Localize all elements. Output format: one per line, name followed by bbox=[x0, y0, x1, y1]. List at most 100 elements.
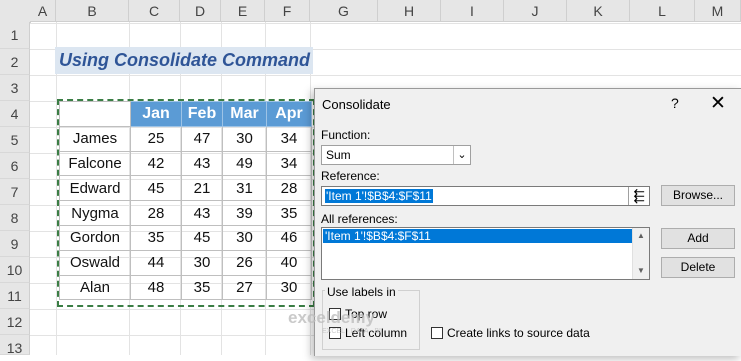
help-button[interactable]: ? bbox=[671, 95, 679, 111]
name-cell[interactable]: Alan bbox=[59, 274, 131, 301]
name-cell[interactable]: Falcone bbox=[59, 150, 131, 177]
consolidate-dialog: Consolidate ? ✕ Function: Sum ⌄ Referenc… bbox=[314, 88, 741, 356]
name-cell[interactable]: Edward bbox=[59, 175, 131, 202]
value-cell[interactable]: 42 bbox=[130, 150, 182, 177]
table-row: Oswald 44 30 26 40 bbox=[59, 249, 312, 276]
value-cell[interactable]: 30 bbox=[181, 249, 223, 276]
watermark-tagline: EXCEL · DATA · BI bbox=[322, 328, 381, 335]
column-header-c[interactable]: C bbox=[129, 0, 180, 22]
value-cell[interactable]: 35 bbox=[181, 274, 223, 301]
scroll-up-icon[interactable]: ▲ bbox=[633, 231, 649, 240]
value-cell[interactable]: 21 bbox=[181, 175, 223, 202]
value-cell[interactable]: 44 bbox=[130, 249, 182, 276]
scroll-down-icon[interactable]: ▼ bbox=[633, 266, 649, 275]
value-cell[interactable]: 30 bbox=[222, 224, 267, 251]
value-cell[interactable]: 35 bbox=[130, 224, 182, 251]
row-header-5[interactable]: 5 bbox=[0, 127, 30, 153]
value-cell[interactable]: 43 bbox=[181, 150, 223, 177]
row-header-11[interactable]: 11 bbox=[0, 283, 30, 309]
column-header-b[interactable]: B bbox=[56, 0, 129, 22]
reference-input[interactable]: 'Item 1'!$B$4:$F$11 ⬱ bbox=[321, 186, 650, 206]
table-header-row: Jan Feb Mar Apr bbox=[59, 101, 312, 127]
value-cell[interactable]: 28 bbox=[266, 175, 312, 202]
column-header-e[interactable]: E bbox=[221, 0, 265, 22]
value-cell[interactable]: 46 bbox=[266, 224, 312, 251]
all-references-list[interactable]: 'Item 1'!$B$4:$F$11 ▲ ▼ bbox=[321, 227, 650, 280]
value-cell[interactable]: 43 bbox=[181, 200, 223, 226]
column-header-i[interactable]: I bbox=[441, 0, 504, 22]
row-header-2[interactable]: 2 bbox=[0, 49, 30, 75]
value-cell[interactable]: 26 bbox=[222, 249, 267, 276]
name-cell[interactable]: Nygma bbox=[59, 200, 131, 226]
column-header-a[interactable]: A bbox=[30, 0, 56, 22]
reference-value: 'Item 1'!$B$4:$F$11 bbox=[325, 189, 433, 203]
column-header-g[interactable]: G bbox=[310, 0, 378, 22]
data-table: Jan Feb Mar Apr James 25 47 30 34 Falcon… bbox=[59, 101, 312, 301]
row-header-6[interactable]: 6 bbox=[0, 153, 30, 179]
table-header-cell[interactable]: Apr bbox=[266, 101, 312, 127]
table-row: Falcone 42 43 49 34 bbox=[59, 150, 312, 177]
function-label: Function: bbox=[321, 128, 371, 142]
value-cell[interactable]: 48 bbox=[130, 274, 182, 301]
sheet-title[interactable]: Using Consolidate Command bbox=[55, 47, 313, 74]
name-cell[interactable]: Oswald bbox=[59, 249, 131, 276]
column-header-f[interactable]: F bbox=[265, 0, 310, 22]
watermark-logo: exceldemy bbox=[288, 308, 375, 327]
reference-label: Reference: bbox=[321, 169, 380, 183]
value-cell[interactable]: 25 bbox=[130, 125, 182, 152]
all-references-label: All references: bbox=[321, 212, 398, 226]
chevron-down-icon[interactable]: ⌄ bbox=[453, 146, 470, 164]
use-labels-title: Use labels in bbox=[325, 285, 398, 299]
row-header-7[interactable]: 7 bbox=[0, 179, 30, 205]
value-cell[interactable]: 34 bbox=[266, 150, 312, 177]
browse-button[interactable]: Browse... bbox=[661, 185, 735, 206]
value-cell[interactable]: 40 bbox=[266, 249, 312, 276]
column-header-j[interactable]: J bbox=[504, 0, 567, 22]
scrollbar[interactable]: ▲ ▼ bbox=[632, 228, 649, 279]
value-cell[interactable]: 49 bbox=[222, 150, 267, 177]
value-cell[interactable]: 45 bbox=[181, 224, 223, 251]
value-cell[interactable]: 27 bbox=[222, 274, 267, 301]
value-cell[interactable]: 30 bbox=[266, 274, 312, 301]
row-header-10[interactable]: 10 bbox=[0, 257, 30, 283]
row-header-8[interactable]: 8 bbox=[0, 205, 30, 231]
value-cell[interactable]: 30 bbox=[222, 125, 267, 152]
column-header-h[interactable]: H bbox=[378, 0, 441, 22]
value-cell[interactable]: 39 bbox=[222, 200, 267, 226]
list-item[interactable]: 'Item 1'!$B$4:$F$11 bbox=[323, 229, 632, 243]
table-header-cell[interactable]: Mar bbox=[222, 101, 267, 127]
row-header-12[interactable]: 12 bbox=[0, 309, 30, 335]
row-header-3[interactable]: 3 bbox=[0, 75, 30, 101]
column-header-d[interactable]: D bbox=[180, 0, 221, 22]
dialog-title: Consolidate bbox=[322, 97, 391, 112]
value-cell[interactable]: 34 bbox=[266, 125, 312, 152]
table-header-cell[interactable]: Jan bbox=[130, 101, 182, 127]
create-links-checkbox[interactable] bbox=[431, 327, 443, 339]
row-header-1[interactable]: 1 bbox=[0, 22, 30, 49]
collapse-dialog-icon[interactable]: ⬱ bbox=[628, 187, 649, 205]
delete-button[interactable]: Delete bbox=[661, 257, 735, 278]
function-dropdown[interactable]: Sum ⌄ bbox=[321, 145, 471, 165]
table-header-cell[interactable]: Feb bbox=[181, 101, 223, 127]
add-button[interactable]: Add bbox=[661, 228, 735, 249]
name-cell[interactable]: Gordon bbox=[59, 224, 131, 251]
table-corner-cell[interactable] bbox=[59, 101, 131, 127]
value-cell[interactable]: 31 bbox=[222, 175, 267, 202]
create-links-label: Create links to source data bbox=[447, 326, 590, 340]
value-cell[interactable]: 28 bbox=[130, 200, 182, 226]
value-cell[interactable]: 45 bbox=[130, 175, 182, 202]
table-row: James 25 47 30 34 bbox=[59, 125, 312, 152]
select-all-corner[interactable] bbox=[0, 0, 31, 23]
function-value: Sum bbox=[326, 148, 351, 162]
row-header-4[interactable]: 4 bbox=[0, 101, 30, 127]
value-cell[interactable]: 47 bbox=[181, 125, 223, 152]
name-cell[interactable]: James bbox=[59, 125, 131, 152]
column-header-m[interactable]: M bbox=[695, 0, 741, 22]
value-cell[interactable]: 35 bbox=[266, 200, 312, 226]
table-row: Nygma 28 43 39 35 bbox=[59, 200, 312, 226]
column-header-l[interactable]: L bbox=[630, 0, 695, 22]
close-button[interactable]: ✕ bbox=[710, 92, 726, 115]
row-header-13[interactable]: 13 bbox=[0, 335, 30, 356]
row-header-9[interactable]: 9 bbox=[0, 231, 30, 257]
column-header-k[interactable]: K bbox=[567, 0, 630, 22]
